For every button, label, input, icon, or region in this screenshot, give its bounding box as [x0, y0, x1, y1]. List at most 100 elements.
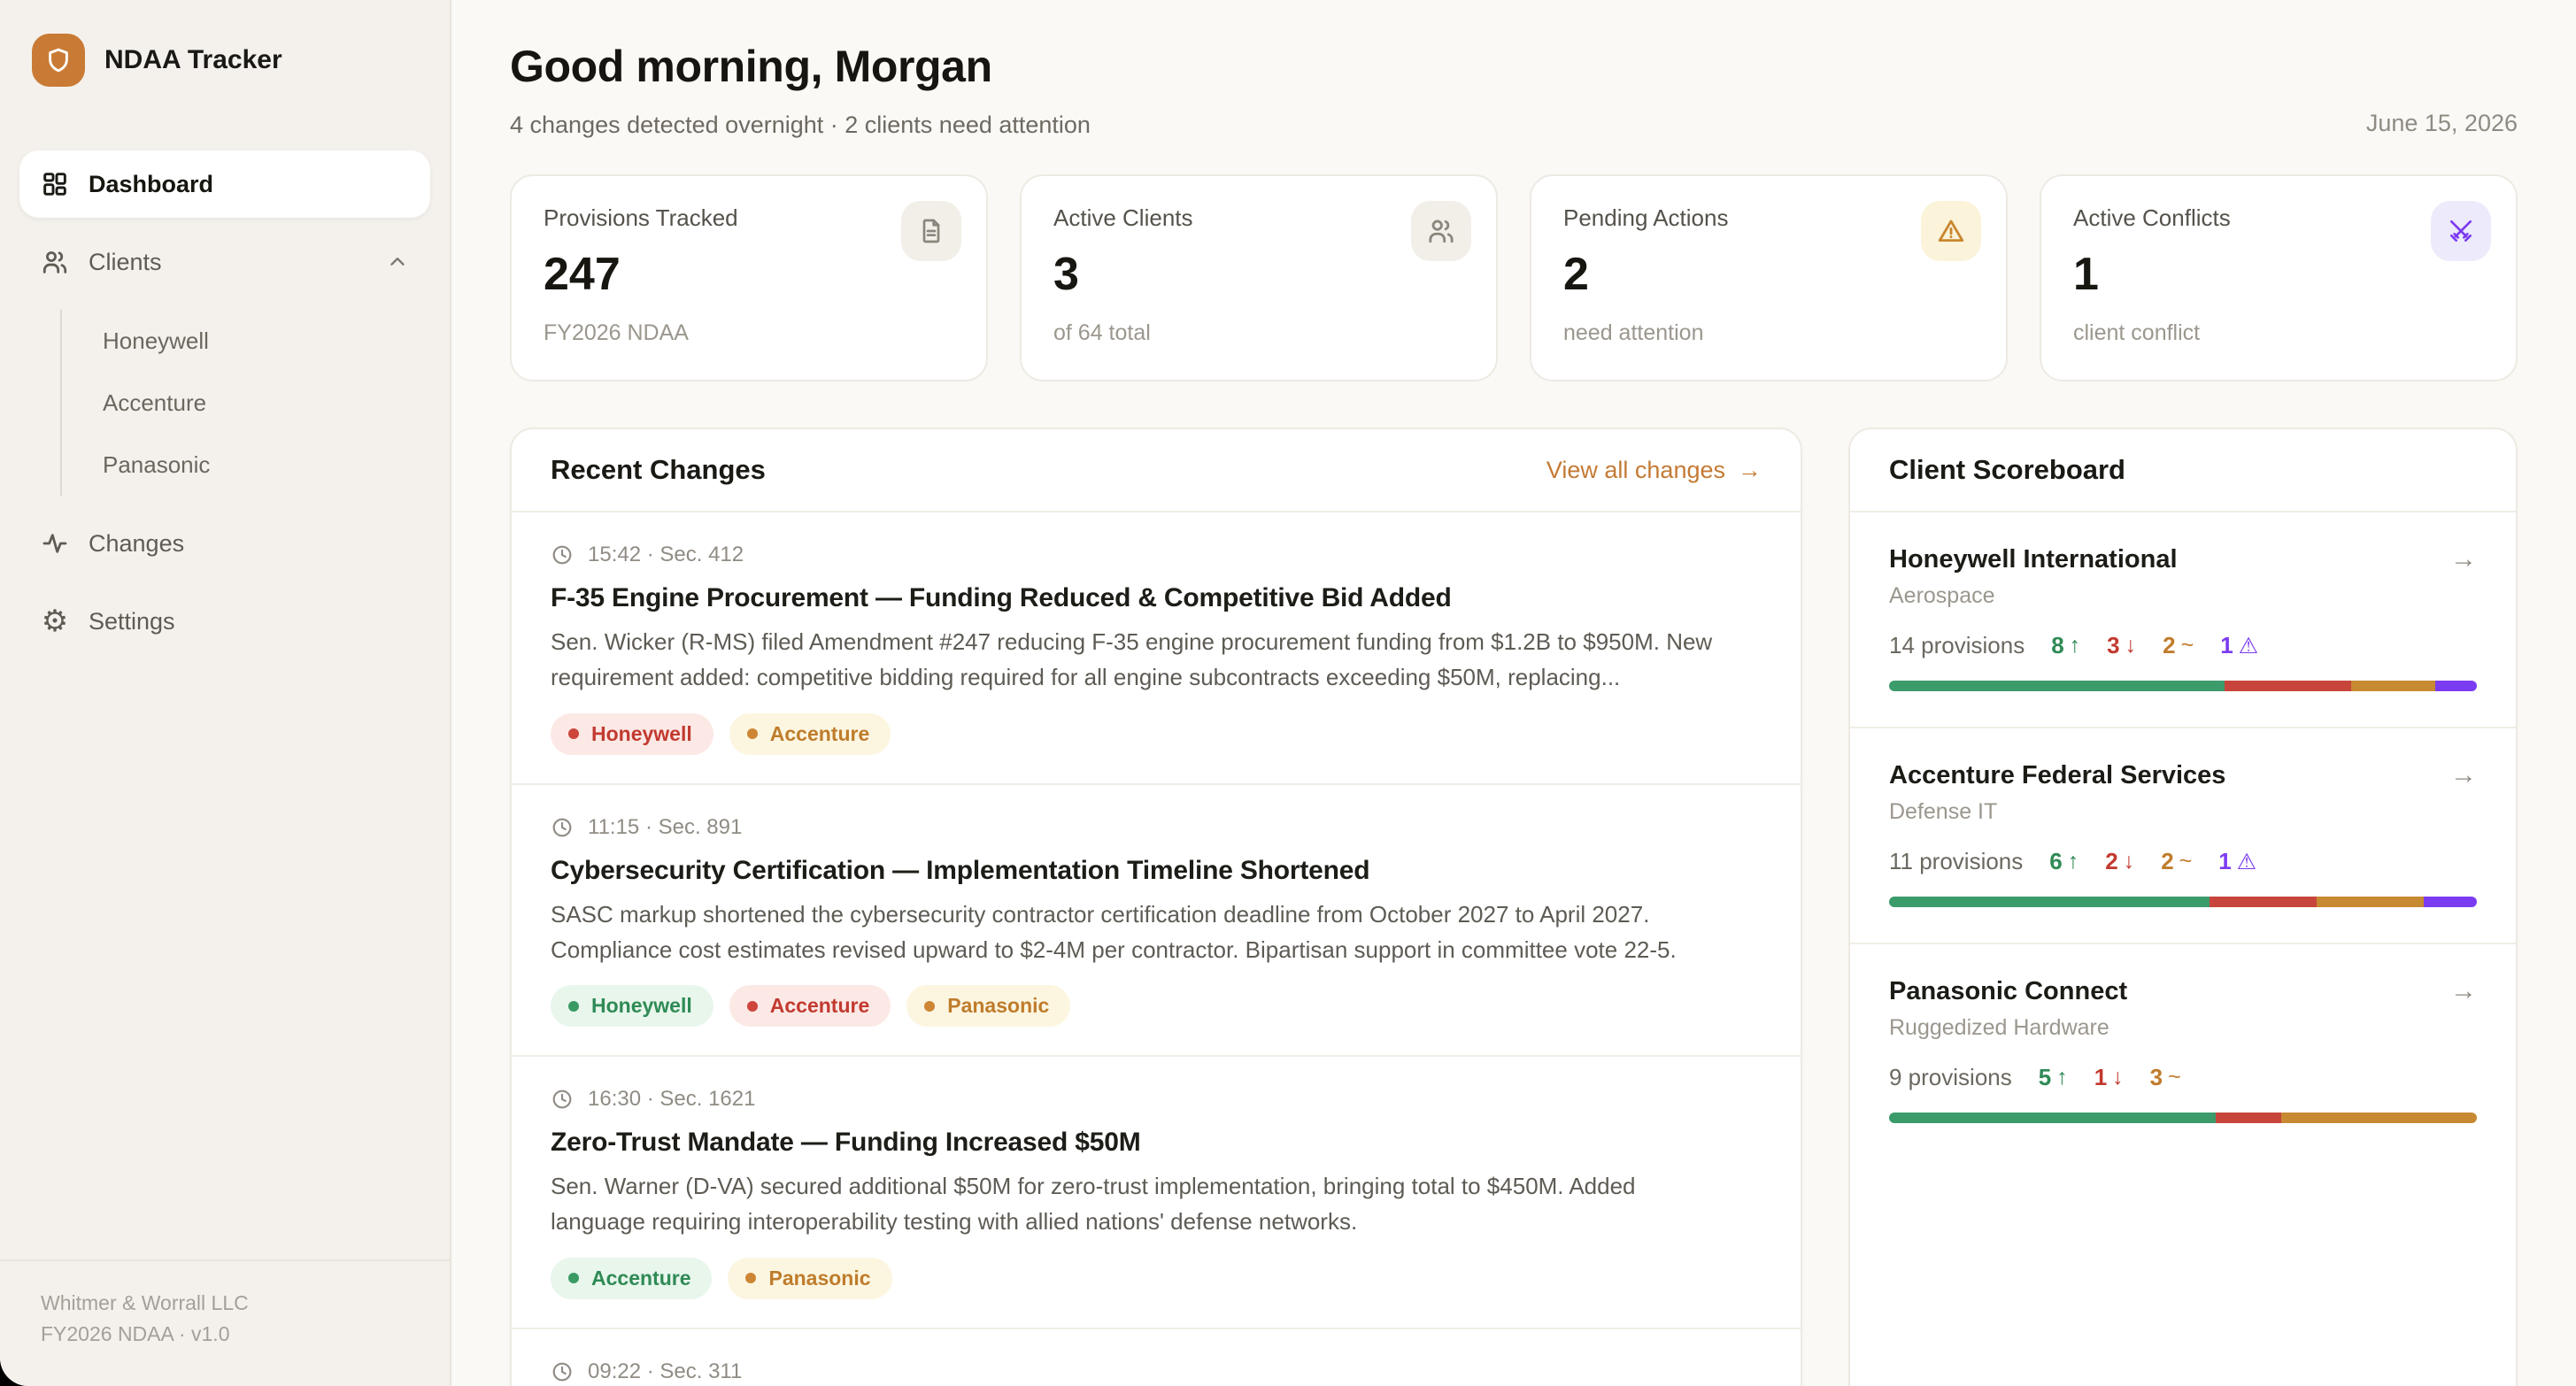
tag-dot-icon: [747, 728, 758, 739]
arrow-right-icon: →: [2450, 760, 2477, 790]
bar-segment-conflict: [2435, 681, 2477, 691]
change-item[interactable]: 11:15 · Sec. 891 Cybersecurity Certifica…: [512, 783, 1801, 1056]
bar-segment-up: [1889, 681, 2225, 691]
stat-card-active-conflicts: Active Conflicts 1 client conflict: [2040, 174, 2518, 381]
change-title: F-35 Engine Procurement — Funding Reduce…: [551, 583, 1762, 613]
change-meta: 11:15 · Sec. 891: [551, 815, 1762, 840]
sidebar-item-settings[interactable]: ⚙ Settings: [19, 588, 430, 655]
tag-honeywell: Honeywell: [551, 985, 713, 1027]
view-all-changes-link[interactable]: View all changes →: [1546, 457, 1762, 484]
bar-segment-up: [1889, 897, 2210, 907]
provision-count: 9 provisions: [1889, 1064, 2012, 1091]
activity-icon: [41, 529, 69, 558]
stat-value: 247: [544, 248, 954, 301]
change-time: 09:22 · Sec. 311: [588, 1359, 742, 1384]
swords-icon: [2431, 201, 2491, 261]
scoreboard-client-accenture[interactable]: Accenture Federal Services → Defense IT …: [1850, 727, 2516, 943]
stat-sub: FY2026 NDAA: [544, 320, 954, 346]
sidebar: NDAA Tracker Dashboard Clients Honeywell…: [0, 0, 451, 1386]
tilde-icon: ~: [2179, 849, 2193, 874]
stat-card-active-clients: Active Clients 3 of 64 total: [1020, 174, 1498, 381]
stat-modified: 3~: [2150, 1064, 2181, 1091]
stat-card-pending-actions: Pending Actions 2 need attention: [1530, 174, 2008, 381]
change-title: Cybersecurity Certification — Implementa…: [551, 856, 1762, 886]
client-stats: 9 provisions 5↑ 1↓ 3~: [1889, 1064, 2477, 1091]
scoreboard-client-honeywell[interactable]: Honeywell International → Aerospace 14 p…: [1850, 512, 2516, 727]
subnav-label: Accenture: [103, 389, 206, 417]
tag-dot-icon: [924, 1001, 935, 1012]
client-scoreboard-card: Client Scoreboard Honeywell Internationa…: [1848, 427, 2518, 1386]
tag-honeywell: Honeywell: [551, 713, 713, 755]
sidebar-footer: Whitmer & Worrall LLC FY2026 NDAA · v1.0: [0, 1259, 450, 1386]
tag-label: Accenture: [770, 994, 869, 1018]
tag-panasonic: Panasonic: [906, 985, 1070, 1027]
tag-label: Accenture: [770, 722, 869, 746]
provision-bar: [1889, 1113, 2477, 1123]
client-name: Honeywell International: [1889, 545, 2178, 574]
scoreboard-client-panasonic[interactable]: Panasonic Connect → Ruggedized Hardware …: [1850, 943, 2516, 1159]
tag-dot-icon: [745, 1273, 756, 1283]
change-description: Sen. Warner (D-VA) secured additional $5…: [551, 1168, 1719, 1240]
change-tags: Honeywell Accenture: [551, 713, 1762, 755]
client-stats: 14 provisions 8↑ 3↓ 2~ 1⚠: [1889, 632, 2477, 659]
arrow-right-icon: →: [2450, 976, 2477, 1006]
client-row: Honeywell International →: [1889, 544, 2477, 574]
provision-bar: [1889, 897, 2477, 907]
recent-changes-header: Recent Changes View all changes →: [512, 429, 1801, 512]
stat-conflict: 1⚠: [2220, 632, 2258, 659]
current-date: June 15, 2026: [2366, 110, 2518, 137]
client-sector: Defense IT: [1889, 799, 2477, 825]
change-item[interactable]: 09:22 · Sec. 311: [512, 1328, 1801, 1386]
sidebar-item-changes[interactable]: Changes: [19, 510, 430, 577]
tag-label: Honeywell: [591, 994, 692, 1018]
card-title: Recent Changes: [551, 454, 766, 486]
stat-up: 5↑: [2039, 1064, 2068, 1091]
stat-down: 2↓: [2105, 848, 2134, 875]
stat-modified: 2~: [2163, 632, 2194, 659]
bar-segment-down: [2225, 681, 2350, 691]
page-title: Good morning, Morgan: [510, 41, 2518, 92]
clock-icon: [551, 1088, 574, 1111]
sidebar-item-dashboard[interactable]: Dashboard: [19, 150, 430, 218]
dashboard-grid-icon: [41, 170, 69, 198]
warning-icon: [1921, 201, 1981, 261]
link-label: View all changes: [1546, 457, 1725, 484]
sidebar-item-label: Changes: [89, 530, 184, 558]
tilde-icon: ~: [2168, 1065, 2181, 1090]
stat-card-provisions: Provisions Tracked 247 FY2026 NDAA: [510, 174, 988, 381]
recent-changes-card: Recent Changes View all changes → 15:42 …: [510, 427, 1802, 1386]
warning-icon: ⚠: [2239, 633, 2258, 659]
tag-dot-icon: [568, 728, 579, 739]
sidebar-item-label: Settings: [89, 608, 175, 635]
change-item[interactable]: 16:30 · Sec. 1621 Zero-Trust Mandate — F…: [512, 1055, 1801, 1328]
sidebar-item-label: Dashboard: [89, 171, 213, 198]
down-arrow-icon: ↓: [2112, 1065, 2124, 1090]
bar-segment-down: [2210, 897, 2317, 907]
tag-accenture: Accenture: [729, 985, 891, 1027]
warning-icon: ⚠: [2237, 849, 2256, 875]
subnav-label: Honeywell: [103, 327, 209, 355]
down-arrow-icon: ↓: [2125, 633, 2137, 658]
stat-conflict: 1⚠: [2218, 848, 2256, 875]
tag-panasonic: Panasonic: [728, 1258, 891, 1299]
document-icon: [901, 201, 961, 261]
app-window: NDAA Tracker Dashboard Clients Honeywell…: [0, 0, 2576, 1386]
sidebar-item-honeywell[interactable]: Honeywell: [62, 310, 430, 372]
tilde-icon: ~: [2181, 633, 2194, 658]
arrow-right-icon: →: [2450, 544, 2477, 574]
change-item[interactable]: 15:42 · Sec. 412 F-35 Engine Procurement…: [512, 512, 1801, 783]
stat-cards-row: Provisions Tracked 247 FY2026 NDAA Activ…: [510, 174, 2518, 381]
change-time: 15:42 · Sec. 412: [588, 543, 744, 567]
bar-segment-modified: [2317, 897, 2424, 907]
bar-segment-down: [2216, 1113, 2281, 1123]
card-title: Client Scoreboard: [1889, 454, 2125, 486]
users-icon: [41, 248, 69, 276]
sidebar-item-panasonic[interactable]: Panasonic: [62, 434, 430, 496]
sidebar-item-clients[interactable]: Clients: [19, 228, 430, 296]
stat-label: Provisions Tracked: [544, 204, 954, 232]
sidebar-item-accenture[interactable]: Accenture: [62, 372, 430, 434]
gear-icon: ⚙: [41, 606, 69, 636]
stat-sub: need attention: [1563, 320, 1974, 346]
provision-count: 14 provisions: [1889, 632, 2025, 659]
arrow-right-icon: →: [1738, 457, 1762, 484]
